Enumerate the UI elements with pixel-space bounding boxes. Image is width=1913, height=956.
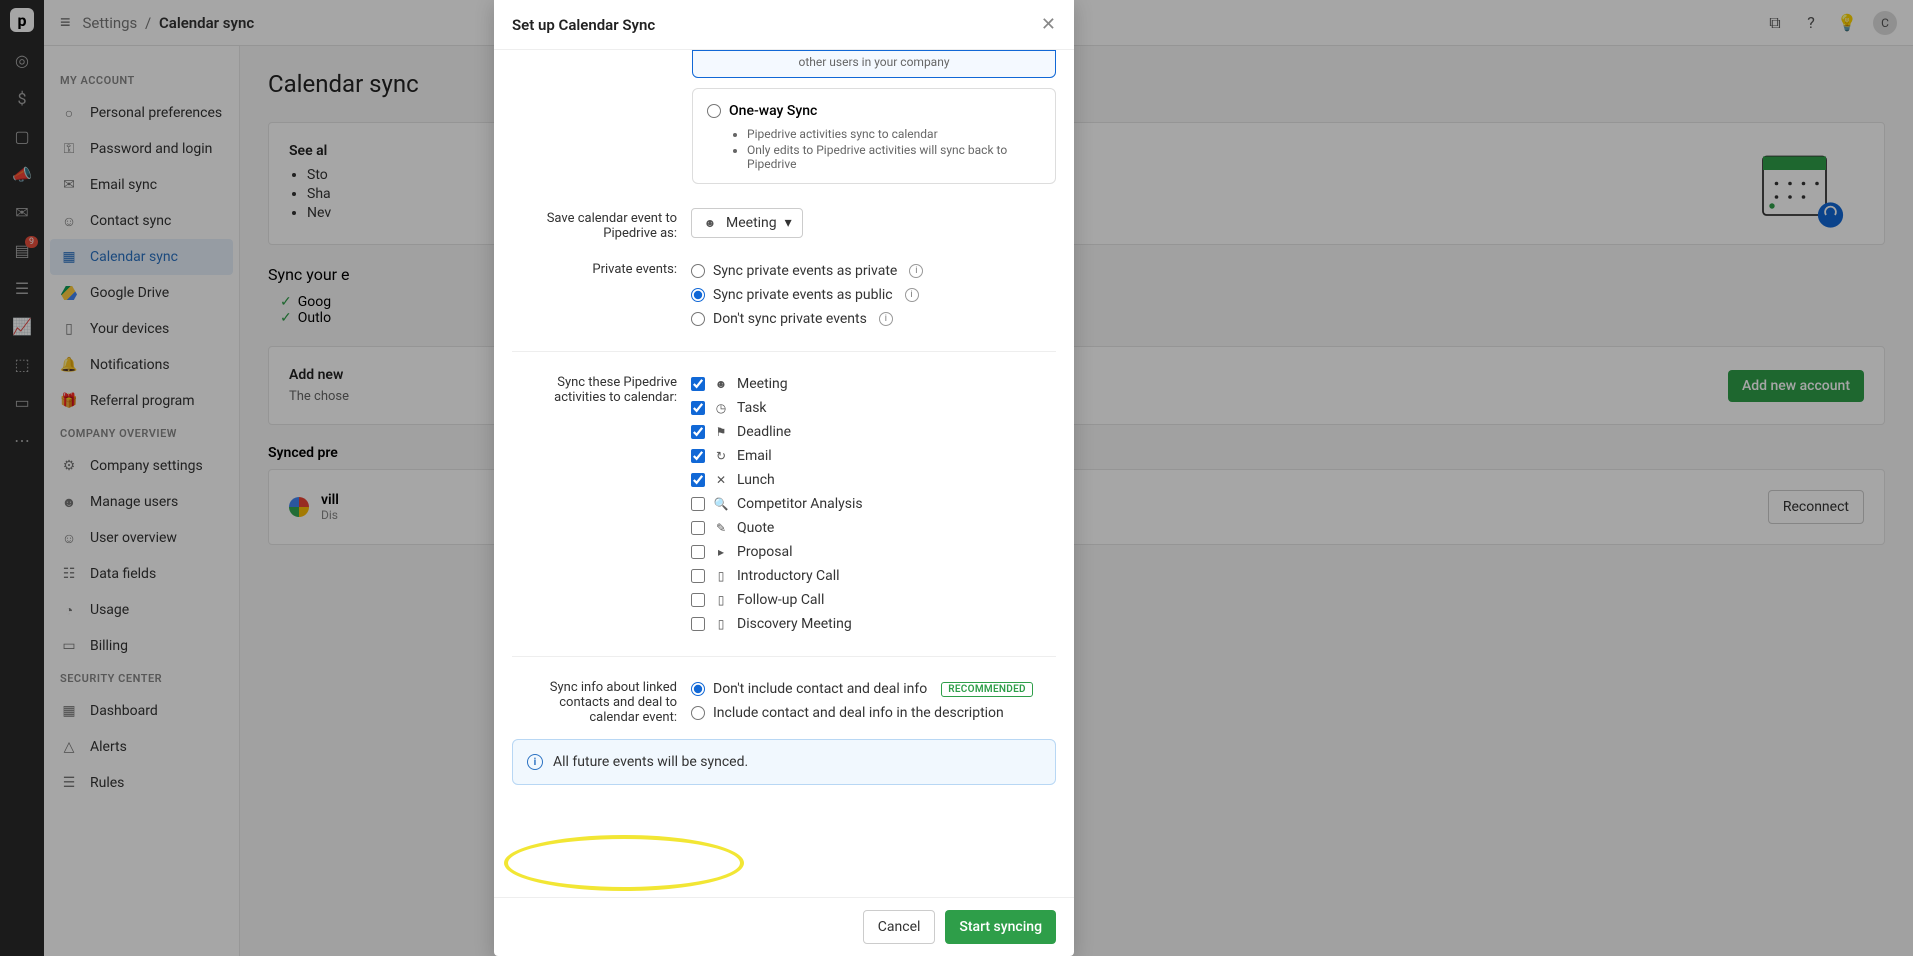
activity-checkbox[interactable] [691, 473, 705, 487]
activity-label: Competitor Analysis [737, 496, 863, 512]
oneway-bullet: Pipedrive activities sync to calendar [747, 127, 1041, 141]
fork-icon: ✕ [713, 472, 729, 488]
phone-icon: ▯ [713, 592, 729, 608]
activity-checkbox[interactable] [691, 569, 705, 583]
calendar-sync-modal: Set up Calendar Sync ✕ other users in yo… [494, 0, 1074, 956]
linked-opt-label: Include contact and deal info in the des… [713, 705, 1004, 721]
activity-label: Introductory Call [737, 568, 840, 584]
private-radio-public[interactable] [691, 288, 705, 302]
activity-checkbox[interactable] [691, 521, 705, 535]
private-opt-label: Sync private events as private [713, 263, 897, 279]
activities-label: Sync these Pipedrive activities to calen… [512, 372, 677, 636]
activity-label: Task [737, 400, 767, 416]
activity-row: ▯ Discovery Meeting [691, 612, 1056, 636]
activities-row: Sync these Pipedrive activities to calen… [512, 358, 1056, 650]
oneway-bullet: Only edits to Pipedrive activities will … [747, 143, 1041, 171]
people-icon: ☻ [713, 376, 729, 392]
sync-option-note: other users in your company [707, 55, 1041, 69]
activity-row: ✕ Lunch [691, 468, 1056, 492]
private-radio-private[interactable] [691, 264, 705, 278]
info-icon[interactable]: i [905, 288, 919, 302]
activity-row: ☻ Meeting [691, 372, 1056, 396]
modal-body: other users in your company One-way Sync… [494, 50, 1074, 897]
info-icon: i [527, 754, 543, 770]
modal-title: Set up Calendar Sync [512, 16, 655, 34]
save-as-row: Save calendar event to Pipedrive as: ☻ M… [512, 194, 1056, 255]
modal-header: Set up Calendar Sync ✕ [494, 0, 1074, 50]
activity-label: Meeting [737, 376, 788, 392]
linked-info-label: Sync info about linked contacts and deal… [512, 677, 677, 725]
phone-icon: ▯ [713, 568, 729, 584]
activity-row: ▯ Introductory Call [691, 564, 1056, 588]
sync-option-oneway[interactable]: One-way Sync Pipedrive activities sync t… [692, 88, 1056, 184]
modal-footer: Cancel Start syncing [494, 897, 1074, 956]
sync-option-selected[interactable]: other users in your company [692, 50, 1056, 78]
activity-row: ⚑ Deadline [691, 420, 1056, 444]
activity-row: ◷ Task [691, 396, 1056, 420]
activity-label: Proposal [737, 544, 793, 560]
save-as-label: Save calendar event to Pipedrive as: [512, 208, 677, 241]
activity-checkbox[interactable] [691, 593, 705, 607]
activity-label: Deadline [737, 424, 791, 440]
cancel-button[interactable]: Cancel [863, 910, 936, 944]
linked-radio-include[interactable] [691, 706, 705, 720]
doc-icon: ▸ [713, 544, 729, 560]
info-banner: i All future events will be synced. [512, 739, 1056, 785]
private-events-label: Private events: [512, 259, 677, 331]
info-banner-text: All future events will be synced. [553, 754, 748, 770]
activity-row: ▸ Proposal [691, 540, 1056, 564]
start-syncing-button[interactable]: Start syncing [945, 910, 1056, 944]
activity-checkbox[interactable] [691, 401, 705, 415]
recommended-badge: RECOMMENDED [941, 682, 1033, 697]
save-as-value: Meeting [726, 215, 777, 231]
info-icon[interactable]: i [909, 264, 923, 278]
activity-checkbox[interactable] [691, 377, 705, 391]
linked-opt-label: Don't include contact and deal info [713, 681, 927, 697]
oneway-radio[interactable] [707, 104, 721, 118]
activity-label: Lunch [737, 472, 775, 488]
private-opt-label: Sync private events as public [713, 287, 893, 303]
private-radio-dont[interactable] [691, 312, 705, 326]
oneway-title: One-way Sync [729, 103, 817, 119]
pencil-icon: ✎ [713, 520, 729, 536]
info-icon[interactable]: i [879, 312, 893, 326]
linked-info-row: Sync info about linked contacts and deal… [512, 663, 1056, 739]
linked-radio-dont[interactable] [691, 682, 705, 696]
flag-icon: ⚑ [713, 424, 729, 440]
lens-icon: 🔍 [713, 496, 729, 512]
highlight-annotation [504, 835, 744, 891]
people-icon: ☻ [702, 215, 718, 231]
activity-checkbox[interactable] [691, 497, 705, 511]
activity-checkbox[interactable] [691, 545, 705, 559]
save-as-select[interactable]: ☻ Meeting ▾ [691, 208, 803, 238]
activity-row: 🔍 Competitor Analysis [691, 492, 1056, 516]
private-events-row: Private events: Sync private events as p… [512, 255, 1056, 345]
activity-checkbox[interactable] [691, 617, 705, 631]
activity-label: Email [737, 448, 772, 464]
chevron-down-icon: ▾ [785, 215, 792, 231]
activity-label: Discovery Meeting [737, 616, 852, 632]
phone-icon: ▯ [713, 616, 729, 632]
mail-icon: ↻ [713, 448, 729, 464]
activity-row: ✎ Quote [691, 516, 1056, 540]
private-opt-label: Don't sync private events [713, 311, 867, 327]
activity-label: Follow-up Call [737, 592, 824, 608]
activity-checkbox[interactable] [691, 425, 705, 439]
activity-row: ↻ Email [691, 444, 1056, 468]
activity-checkbox[interactable] [691, 449, 705, 463]
activity-row: ▯ Follow-up Call [691, 588, 1056, 612]
close-icon[interactable]: ✕ [1041, 14, 1056, 35]
clock-icon: ◷ [713, 400, 729, 416]
activity-label: Quote [737, 520, 774, 536]
